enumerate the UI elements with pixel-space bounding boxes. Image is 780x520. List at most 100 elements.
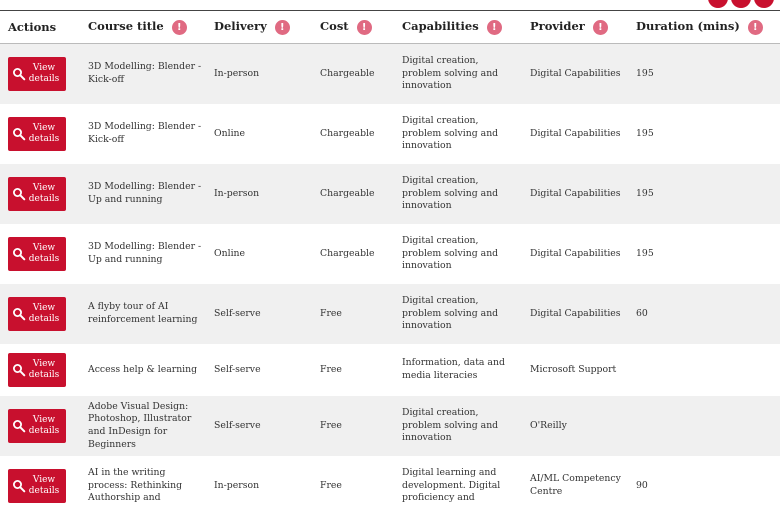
course-title-cell: 3D Modelling: Blender - Kick-off: [80, 43, 206, 104]
course-title-cell: AI in the writing process: Rethinking Au…: [88, 467, 183, 504]
column-label: Course title: [88, 19, 164, 34]
info-icon[interactable]: !: [171, 19, 187, 35]
circle-icon[interactable]: [731, 0, 751, 8]
course-title-cell: Access help & learning: [88, 363, 198, 375]
column-header-provider[interactable]: Provider!: [522, 10, 628, 44]
cost-cell: Free: [320, 363, 342, 375]
capabilities-cell: Digital creation, problem solving and in…: [394, 396, 522, 456]
view-details-label: View details: [28, 123, 60, 144]
duration-cell: [628, 344, 780, 396]
course-title-cell: A flyby tour of AI reinforcement learnin…: [80, 284, 206, 344]
view-details-button[interactable]: View details: [8, 237, 66, 271]
view-details-button[interactable]: View details: [8, 57, 66, 91]
delivery-cell: Self-serve: [206, 396, 312, 456]
column-label: Duration (mins): [636, 19, 740, 34]
table-row: View details Access help & learning Self-s…: [0, 344, 780, 396]
courses-table: Actions Course title! Delivery! Cost! Ca…: [0, 10, 780, 516]
info-icon[interactable]: !: [356, 19, 372, 35]
search-icon: [13, 420, 26, 433]
actions-cell: View details: [0, 396, 80, 456]
column-header-duration[interactable]: Duration (mins)!: [628, 10, 780, 44]
provider-cell: O'Reilly: [522, 396, 628, 456]
table-row: View details A flyby tour of AI reinforce…: [0, 284, 780, 344]
provider-cell: Digital Capabilities: [522, 164, 628, 224]
column-header-delivery[interactable]: Delivery!: [206, 10, 312, 44]
capabilities-cell: Digital creation, problem solving and in…: [402, 115, 499, 152]
column-header-course-title[interactable]: Course title!: [80, 10, 206, 44]
delivery-cell: In-person: [206, 164, 312, 224]
provider-cell: Digital Capabilities: [522, 43, 628, 104]
delivery-cell: Self-serve: [214, 363, 261, 375]
duration-cell: 195: [636, 247, 654, 259]
cost-cell: Chargeable: [312, 164, 394, 224]
actions-cell: View details: [0, 456, 80, 516]
header-row: Actions Course title! Delivery! Cost! Ca…: [0, 10, 780, 44]
capabilities-cell: Digital creation, problem solving and in…: [394, 43, 522, 104]
circle-icon[interactable]: [708, 0, 728, 8]
column-label: Cost: [320, 19, 349, 34]
provider-cell: Microsoft Support: [530, 363, 617, 375]
table-body: View details 3D Modelling: Blender - Kick…: [0, 43, 780, 517]
course-title-cell: 3D Modelling: Blender - Up and running: [88, 241, 202, 265]
view-details-button[interactable]: View details: [8, 297, 66, 331]
column-header-actions: Actions: [0, 10, 80, 44]
delivery-cell: In-person: [214, 479, 260, 491]
view-details-label: View details: [28, 415, 60, 436]
provider-cell: AI/ML Competency Centre: [530, 473, 621, 497]
column-label: Capabilities: [402, 19, 479, 34]
column-label: Actions: [8, 20, 57, 34]
view-details-button[interactable]: View details: [8, 177, 66, 211]
actions-cell: View details: [0, 224, 80, 284]
table-row: View details AI in the writing process: R…: [0, 456, 780, 516]
table-row: View details 3D Modelling: Blender - Kick…: [0, 43, 780, 104]
table-header: Actions Course title! Delivery! Cost! Ca…: [0, 10, 780, 44]
cost-cell: Chargeable: [320, 127, 375, 139]
delivery-cell: Self-serve: [206, 284, 312, 344]
duration-cell: 60: [628, 284, 780, 344]
delivery-cell: Online: [214, 247, 246, 259]
capabilities-cell: Digital creation, problem solving and in…: [394, 164, 522, 224]
search-icon: [13, 480, 26, 493]
view-details-label: View details: [28, 303, 60, 324]
info-icon[interactable]: !: [274, 19, 290, 35]
cost-cell: Chargeable: [320, 247, 375, 259]
actions-cell: View details: [0, 284, 80, 344]
search-icon: [13, 128, 26, 141]
column-header-cost[interactable]: Cost!: [312, 10, 394, 44]
duration-cell: [628, 396, 780, 456]
cost-cell: Chargeable: [312, 43, 394, 104]
view-details-button[interactable]: View details: [8, 469, 66, 503]
course-title-cell: 3D Modelling: Blender - Up and running: [80, 164, 206, 224]
info-icon[interactable]: !: [592, 19, 608, 35]
provider-cell: Digital Capabilities: [530, 127, 621, 139]
circle-icon[interactable]: [754, 0, 774, 8]
delivery-cell: Online: [214, 127, 246, 139]
provider-cell: Digital Capabilities: [530, 247, 621, 259]
search-icon: [13, 188, 26, 201]
duration-cell: 195: [628, 164, 780, 224]
table-row: View details Adobe Visual Design: Photosh…: [0, 396, 780, 456]
view-details-button[interactable]: View details: [8, 353, 66, 387]
table-row: View details 3D Modelling: Blender - Up a…: [0, 224, 780, 284]
course-title-cell: 3D Modelling: Blender - Kick-off: [88, 121, 202, 145]
view-details-button[interactable]: View details: [8, 409, 66, 443]
info-icon[interactable]: !: [747, 19, 763, 35]
column-label: Provider: [530, 19, 585, 34]
actions-cell: View details: [0, 344, 80, 396]
table-row: View details 3D Modelling: Blender - Kick…: [0, 104, 780, 164]
view-details-button[interactable]: View details: [8, 117, 66, 151]
column-label: Delivery: [214, 19, 267, 34]
search-icon: [13, 68, 26, 81]
view-details-label: View details: [28, 359, 60, 380]
info-icon[interactable]: !: [486, 19, 502, 35]
cost-cell: Free: [320, 479, 342, 491]
column-header-capabilities[interactable]: Capabilities!: [394, 10, 522, 44]
view-details-label: View details: [28, 243, 60, 264]
table-row: View details 3D Modelling: Blender - Up a…: [0, 164, 780, 224]
cost-cell: Free: [312, 284, 394, 344]
cost-cell: Free: [312, 396, 394, 456]
provider-cell: Digital Capabilities: [522, 284, 628, 344]
capabilities-cell: Digital creation, problem solving and in…: [402, 235, 499, 272]
search-icon: [13, 308, 26, 321]
view-details-label: View details: [28, 63, 60, 84]
